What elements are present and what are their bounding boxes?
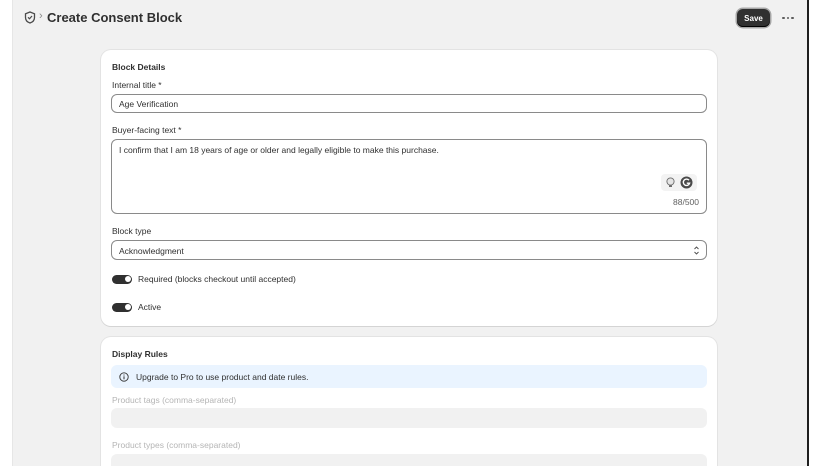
lightbulb-icon[interactable] (665, 177, 676, 188)
active-toggle-row: Active (112, 302, 161, 312)
upgrade-banner: Upgrade to Pro to use product and date r… (111, 365, 707, 388)
grammarly-icon[interactable] (680, 176, 693, 189)
block-type-select[interactable]: Acknowledgment (111, 240, 707, 260)
internal-title-input[interactable]: Age Verification (111, 94, 707, 113)
upgrade-banner-text: Upgrade to Pro to use product and date r… (136, 371, 309, 382)
more-horizontal-icon (786, 16, 790, 20)
buyer-text-textarea[interactable]: I confirm that I am 18 years of age or o… (111, 139, 707, 214)
more-horizontal-icon (791, 16, 794, 20)
required-toggle-label: Required (blocks checkout until accepted… (138, 274, 296, 284)
page-title: Create Consent Block (47, 10, 183, 25)
info-icon (119, 371, 129, 382)
select-arrows-icon (694, 246, 699, 255)
textarea-tools (661, 174, 697, 191)
required-toggle[interactable] (112, 274, 132, 284)
display-rules-card: Display Rules Upgrade to Pro to use prod… (101, 337, 717, 466)
display-rules-title: Display Rules (112, 349, 168, 359)
block-type-value: Acknowledgment (119, 246, 184, 256)
active-toggle-label: Active (138, 302, 162, 312)
product-tags-input[interactable] (111, 408, 707, 428)
save-button[interactable]: Save (737, 9, 770, 27)
block-type-label: Block type (112, 226, 152, 236)
buyer-text-label: Buyer-facing text * (112, 125, 182, 135)
product-types-input[interactable] (111, 454, 707, 466)
char-count: 88/500 (673, 197, 699, 207)
block-details-card: Block Details Internal title * Age Verif… (101, 50, 717, 326)
more-actions-button[interactable] (778, 9, 798, 27)
buyer-text-value: I confirm that I am 18 years of age or o… (119, 145, 439, 155)
product-tags-label: Product tags (comma-separated) (112, 395, 237, 405)
left-strip (0, 0, 13, 466)
internal-title-label: Internal title * (112, 80, 162, 90)
window-edge (807, 0, 828, 466)
page-header: › Create Consent Block Save (13, 0, 807, 36)
block-details-title: Block Details (112, 62, 166, 72)
product-types-label: Product types (comma-separated) (112, 440, 241, 450)
required-toggle-row: Required (blocks checkout until accepted… (112, 274, 296, 284)
active-toggle[interactable] (112, 302, 132, 312)
more-horizontal-icon (782, 16, 785, 20)
app-shell: › Create Consent Block Save Block Detail… (0, 0, 807, 466)
shield-icon[interactable] (24, 11, 36, 24)
breadcrumb-separator: › (39, 10, 43, 22)
